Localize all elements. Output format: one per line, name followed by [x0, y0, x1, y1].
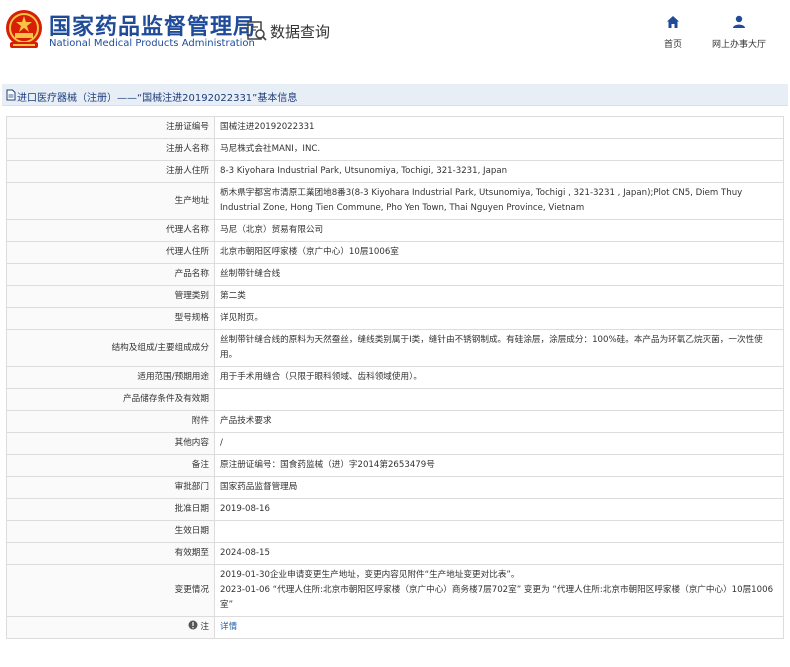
field-value-registrant-address: 8-3 Kiyohara Industrial Park, Utsunomiya… [214, 160, 784, 183]
field-value-model: 详见附页。 [214, 307, 784, 330]
page-heading: 数据查询 [270, 23, 331, 41]
field-value-approval-date: 2019-08-16 [214, 498, 784, 521]
field-label: 变更情况 [6, 564, 215, 617]
site-header: 国家药品监督管理局 National Medical Products Admi… [0, 0, 790, 68]
table-row: 附件 产品技术要求 [6, 410, 784, 433]
table-row: 注册人名称 马尼株式会社MANI，INC. [6, 138, 784, 161]
field-label: 适用范围/预期用途 [6, 366, 215, 389]
home-icon [667, 16, 679, 28]
field-value-approval-dept: 国家药品监督管理局 [214, 476, 784, 499]
field-value-category: 第二类 [214, 285, 784, 308]
field-value-other: / [214, 432, 784, 455]
warning-icon [188, 620, 198, 630]
field-value-expiry-date: 2024-08-15 [214, 542, 784, 565]
field-value-composition: 丝制带针缝合线的原料为天然蚕丝，缝线类别属于Ⅰ类，缝针由不锈钢制成。有硅涂层，涂… [214, 329, 784, 367]
field-label: 其他内容 [6, 432, 215, 455]
nav-online-hall-label: 网上办事大厅 [711, 40, 766, 50]
field-label: 代理人名称 [6, 219, 215, 242]
table-row: 有效期至 2024-08-15 [6, 542, 784, 565]
table-row: 变更情况 2019-01-30企业申请变更生产地址，变更内容见附件“生产地址变更… [6, 564, 784, 617]
table-row: 注册证编号 国械注进20192022331 [6, 116, 784, 139]
table-row: 产品储存条件及有效期 [6, 388, 784, 411]
brand-name-en: National Medical Products Administration [49, 38, 255, 49]
field-label: 注册人名称 [6, 138, 215, 161]
field-label: 注册证编号 [6, 116, 215, 139]
field-value-product-name: 丝制带针缝合线 [214, 263, 784, 286]
brand-name-cn: 国家药品监督管理局 [49, 15, 257, 40]
field-value-attachment: 产品技术要求 [214, 410, 784, 433]
national-emblem-icon [6, 10, 42, 48]
field-label: 产品储存条件及有效期 [6, 388, 215, 411]
field-label: 有效期至 [6, 542, 215, 565]
field-label: 生效日期 [6, 520, 215, 543]
field-label: 生产地址 [6, 182, 215, 220]
field-label: 产品名称 [6, 263, 215, 286]
table-row: 代理人名称 马尼（北京）贸易有限公司 [6, 219, 784, 242]
table-row: 代理人住所 北京市朝阳区呼家楼（京广中心）10层1006室 [6, 241, 784, 264]
field-label: 批准日期 [6, 498, 215, 521]
field-value-agent: 马尼（北京）贸易有限公司 [214, 219, 784, 242]
table-row: 注 详情 [6, 616, 784, 639]
field-value-changes: 2019-01-30企业申请变更生产地址，变更内容见附件“生产地址变更对比表”。… [214, 564, 784, 617]
field-value-note: 详情 [214, 616, 784, 639]
user-icon [733, 15, 745, 28]
registration-detail-table: 注册证编号 国械注进20192022331 注册人名称 马尼株式会社MANI，I… [6, 116, 784, 639]
field-value-storage [214, 388, 784, 411]
table-row: 备注 原注册证编号：国食药监械（进）字2014第2653479号 [6, 454, 784, 477]
field-label: 注册人住所 [6, 160, 215, 183]
record-title-bar: 进口医疗器械（注册）——“国械注进20192022331”基本信息 [2, 84, 788, 106]
change-entry: 2023-01-06 “代理人住所:北京市朝阳区呼家楼（京广中心）商务楼7层70… [220, 585, 774, 610]
record-title: 进口医疗器械（注册）——“国械注进20192022331”基本信息 [17, 93, 298, 104]
table-row: 生效日期 [6, 520, 784, 543]
field-value-production-address: 栃木県宇都宮市清原工業团地8番3(8-3 Kiyohara Industrial… [214, 182, 784, 220]
field-label: 注 [200, 622, 209, 632]
field-value-scope: 用于手术用缝合（只限于眼科领域、齿科领域使用）。 [214, 366, 784, 389]
table-row: 产品名称 丝制带针缝合线 [6, 263, 784, 286]
note-label-cell: 注 [6, 616, 215, 639]
field-value-effective-date [214, 520, 784, 543]
table-row: 批准日期 2019-08-16 [6, 498, 784, 521]
table-row: 审批部门 国家药品监督管理局 [6, 476, 784, 499]
table-row: 结构及组成/主要组成成分 丝制带针缝合线的原料为天然蚕丝，缝线类别属于Ⅰ类，缝针… [6, 329, 784, 367]
document-icon [6, 89, 16, 101]
field-label: 审批部门 [6, 476, 215, 499]
field-value-agent-address: 北京市朝阳区呼家楼（京广中心）10层1006室 [214, 241, 784, 264]
table-row: 注册人住所 8-3 Kiyohara Industrial Park, Utsu… [6, 160, 784, 183]
details-link[interactable]: 详情 [220, 622, 237, 632]
field-value-registrant: 马尼株式会社MANI，INC. [214, 138, 784, 161]
nav-home-link[interactable]: 首页 [660, 14, 686, 50]
table-row: 适用范围/预期用途 用于手术用缝合（只限于眼科领域、齿科领域使用）。 [6, 366, 784, 389]
field-label: 备注 [6, 454, 215, 477]
field-label: 代理人住所 [6, 241, 215, 264]
field-label: 型号规格 [6, 307, 215, 330]
field-value-remark: 原注册证编号：国食药监械（进）字2014第2653479号 [214, 454, 784, 477]
change-entry: 2019-01-30企业申请变更生产地址，变更内容见附件“生产地址变更对比表”。 [220, 570, 520, 580]
table-row: 管理类别 第二类 [6, 285, 784, 308]
table-row: 型号规格 详见附页。 [6, 307, 784, 330]
field-value-reg-no: 国械注进20192022331 [214, 116, 784, 139]
field-label: 管理类别 [6, 285, 215, 308]
nav-home-label: 首页 [663, 40, 682, 50]
table-row: 生产地址 栃木県宇都宮市清原工業团地8番3(8-3 Kiyohara Indus… [6, 182, 784, 220]
field-label: 结构及组成/主要组成成分 [6, 329, 215, 367]
nav-online-hall-link[interactable]: 网上办事大厅 [708, 14, 770, 50]
field-label: 附件 [6, 410, 215, 433]
data-search-icon [247, 21, 267, 41]
table-row: 其他内容 / [6, 432, 784, 455]
